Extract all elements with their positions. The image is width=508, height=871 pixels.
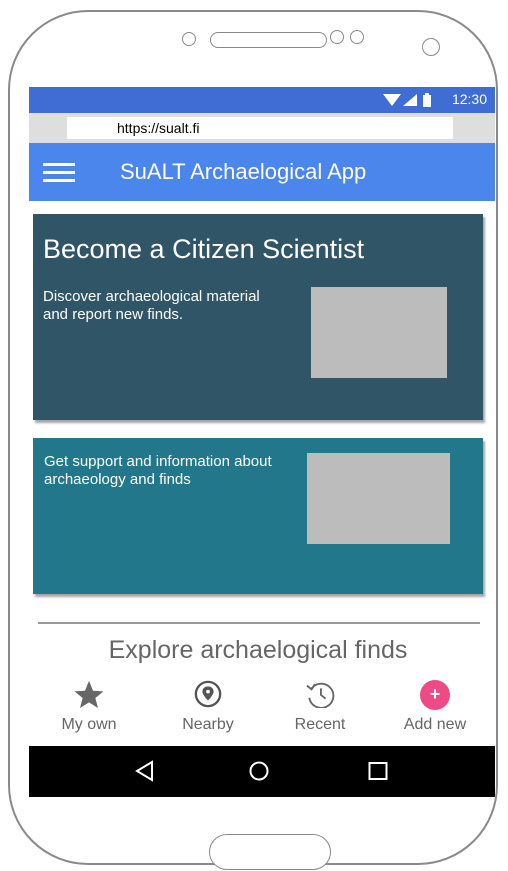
tab-label: Add new [403,716,467,733]
app-bar: SuALT Archaelogical App [29,143,495,201]
citizen-scientist-card[interactable]: Become a Citizen Scientist Discover arch… [33,214,483,420]
star-icon [74,680,104,708]
add-icon: + [390,680,480,710]
status-time: 12:30 [451,91,487,107]
explore-title: Explore archaelogical finds [108,636,408,664]
earpiece-speaker [210,32,327,48]
add-circle: + [420,680,450,710]
signal-icon [403,94,417,106]
wifi-icon [383,94,401,106]
status-icons [383,93,431,107]
phone-screen: 12:30 https://sualt.fi SuALT Archaelogic… [29,87,495,797]
browser-address-bar: https://sualt.fi [29,113,495,143]
tab-nearby[interactable]: Nearby [163,680,253,736]
card-title: Become a Citizen Scientist [43,234,365,264]
url-text: https://sualt.fi [117,120,200,136]
sensor-dot [330,30,344,44]
recents-icon[interactable] [365,758,391,784]
back-icon[interactable] [132,758,158,784]
battery-icon [423,93,431,107]
url-field[interactable]: https://sualt.fi [67,117,453,139]
tab-label: Recent [294,716,346,733]
location-pin-icon [194,680,222,708]
tab-add-new[interactable]: + Add new [390,680,480,736]
card-description: Get support and information about archae… [44,453,272,488]
support-info-card[interactable]: Get support and information about archae… [33,438,483,594]
status-bar: 12:30 [29,87,495,113]
divider [38,622,480,624]
front-camera [422,38,440,56]
history-icon [306,682,335,708]
android-nav-bar [29,746,495,797]
image-placeholder [311,287,447,378]
sensor-dot [182,32,196,46]
card-description: Discover archaeological material and rep… [43,288,260,323]
tab-recent[interactable]: Recent [275,680,365,736]
image-placeholder [307,453,450,544]
tab-label: Nearby [182,716,234,733]
hamburger-menu-icon[interactable] [43,163,75,183]
home-icon[interactable] [246,758,272,784]
tab-my-own[interactable]: My own [44,680,134,736]
sensor-dot [350,30,364,44]
app-title: SuALT Archaelogical App [120,159,367,184]
hardware-home-button[interactable] [209,834,331,870]
tab-label: My own [61,716,117,733]
